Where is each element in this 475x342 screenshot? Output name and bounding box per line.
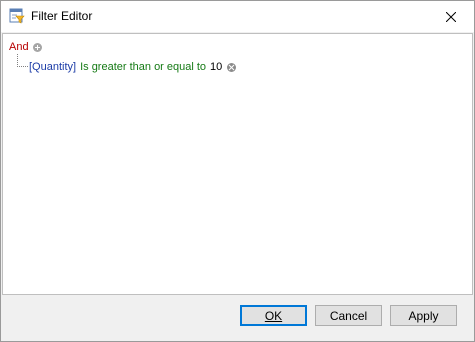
condition-operator-link[interactable]: Is greater than or equal to (80, 61, 206, 73)
add-condition-icon[interactable] (32, 42, 42, 52)
window-title: Filter Editor (31, 9, 93, 23)
cancel-button-label: Cancel (329, 308, 368, 323)
ok-button-label: OK (264, 308, 283, 323)
filter-editor-dialog: Filter Editor And [Quantity] Is greater … (0, 0, 475, 342)
filter-tree-area[interactable]: And [Quantity] Is greater than or equal … (2, 33, 473, 295)
title-bar: Filter Editor (1, 1, 474, 32)
filter-condition-row: [Quantity] Is greater than or equal to 1… (29, 60, 237, 74)
ok-button[interactable]: OK (240, 305, 307, 326)
remove-condition-icon[interactable] (227, 62, 237, 72)
group-operator-link[interactable]: And (9, 41, 29, 53)
close-button[interactable] (428, 1, 474, 32)
tree-connector-line (17, 54, 28, 67)
close-icon (446, 11, 456, 22)
condition-value-link[interactable]: 10 (210, 61, 222, 73)
cancel-button[interactable]: Cancel (315, 305, 382, 326)
filter-group-row: And (9, 40, 42, 54)
filter-editor-icon (9, 8, 25, 24)
apply-button-label: Apply (408, 308, 439, 323)
apply-button[interactable]: Apply (390, 305, 457, 326)
condition-field-link[interactable]: [Quantity] (29, 61, 76, 73)
